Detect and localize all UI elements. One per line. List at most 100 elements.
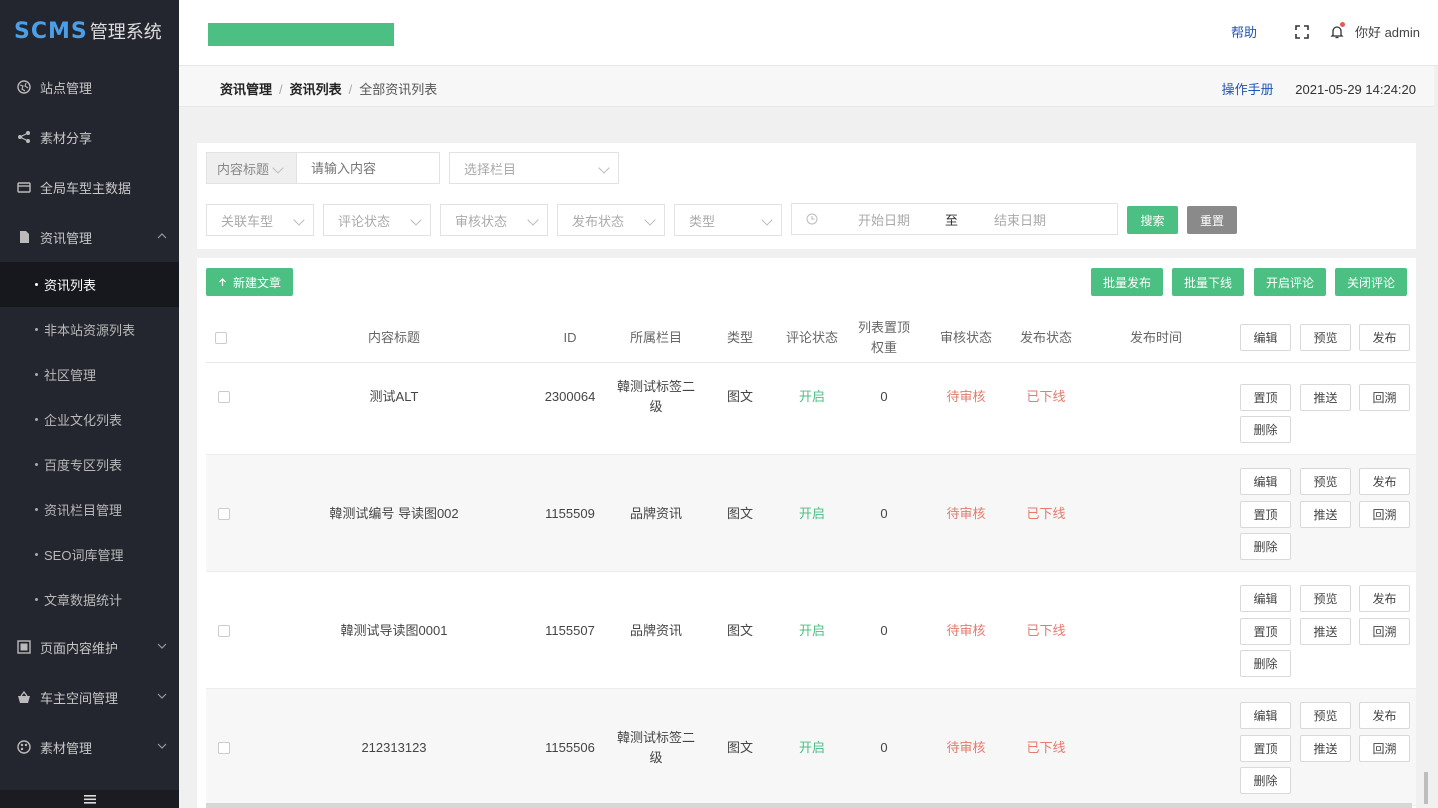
car-model-select[interactable]: 关联车型 (206, 204, 314, 236)
manual-link[interactable]: 操作手册 (1222, 82, 1274, 97)
push-button[interactable]: 推送 (1300, 501, 1351, 528)
close-comment-button[interactable]: 关闭评论 (1335, 268, 1407, 296)
publish-button[interactable]: 发布 (1359, 585, 1410, 612)
publish-button[interactable]: 发布 (1359, 324, 1410, 351)
breadcrumb-separator: / (348, 82, 353, 97)
publish-button[interactable]: 发布 (1359, 702, 1410, 729)
column-select-value: 选择栏目 (464, 161, 517, 177)
document-icon (17, 230, 31, 244)
batch-offline-button[interactable]: 批量下线 (1172, 268, 1244, 296)
pin-button[interactable]: 置顶 (1240, 735, 1291, 762)
publish-button[interactable]: 发布 (1359, 468, 1410, 495)
search-button[interactable]: 搜索 (1127, 206, 1178, 234)
rollback-button[interactable]: 回溯 (1359, 735, 1410, 762)
row-operations: 编辑 预览 发布 置顶 推送 回溯 删除 (1237, 572, 1412, 689)
edit-button[interactable]: 编辑 (1240, 702, 1291, 729)
current-datetime: 2021-05-29 14:24:20 (1295, 82, 1416, 97)
preview-button[interactable]: 预览 (1300, 324, 1351, 351)
sidebar-subitem-column-management[interactable]: 资讯栏目管理 (0, 487, 179, 532)
fullscreen-icon[interactable] (1295, 24, 1309, 39)
reset-button[interactable]: 重置 (1187, 206, 1237, 234)
comment-status-select[interactable]: 评论状态 (323, 204, 431, 236)
column-select[interactable]: 选择栏目 (449, 152, 619, 184)
row-review-status: 待审核 (946, 739, 986, 755)
pin-button[interactable]: 置顶 (1240, 501, 1291, 528)
sidebar-subitem-seo-lexicon[interactable]: SEO词库管理 (0, 532, 179, 577)
start-date-input[interactable]: 开始日期 (858, 210, 910, 229)
table-row: 212313123 1155506 韓测试标签二 级 图文 开启 0 待审核 已… (206, 689, 1416, 806)
sidebar-toggle[interactable] (0, 790, 179, 808)
user-greeting[interactable]: 你好 admin (1355, 22, 1420, 41)
sidebar-subitem-label: 企业文化列表 (44, 413, 123, 428)
type-select[interactable]: 类型 (674, 204, 782, 236)
new-article-button[interactable]: 新建文章 (206, 268, 293, 296)
row-operations: 编辑 预览 发布 置顶 推送 回溯 删除 (1237, 689, 1412, 806)
pin-button[interactable]: 置顶 (1240, 384, 1291, 411)
row-title[interactable]: 韓测试编号 导读图002 (236, 455, 552, 572)
row-comment-status: 开启 (798, 505, 825, 521)
breadcrumb-news-list[interactable]: 资讯列表 (290, 82, 342, 97)
pin-button[interactable]: 置顶 (1240, 618, 1291, 645)
push-button[interactable]: 推送 (1300, 735, 1351, 762)
edit-button[interactable]: 编辑 (1240, 585, 1291, 612)
publish-status-select[interactable]: 发布状态 (557, 204, 665, 236)
preview-button[interactable]: 预览 (1300, 585, 1351, 612)
sidebar-item-owner-space[interactable]: 车主空间管理 (0, 672, 179, 722)
push-button[interactable]: 推送 (1300, 384, 1351, 411)
edit-button[interactable]: 编辑 (1240, 468, 1291, 495)
table-row: 韓测试导读图0001 1155507 品牌资讯 图文 开启 0 待审核 已下线 … (206, 572, 1416, 689)
row-column-line: 品牌资讯 (629, 505, 682, 521)
field-type-select[interactable]: 内容标题 (206, 152, 297, 184)
row-pin-weight: 0 (880, 739, 888, 755)
row-review-status: 待审核 (946, 622, 986, 638)
date-range-picker[interactable]: 开始日期 至 结束日期 (791, 203, 1118, 235)
row-title[interactable]: 测试ALT (236, 338, 552, 455)
delete-button[interactable]: 删除 (1240, 416, 1291, 443)
sidebar-item-label: 素材管理 (40, 740, 93, 756)
rollback-button[interactable]: 回溯 (1359, 501, 1410, 528)
sidebar-subitem-culture-list[interactable]: 企业文化列表 (0, 397, 179, 442)
end-date-input[interactable]: 结束日期 (994, 210, 1046, 229)
open-comment-button[interactable]: 开启评论 (1254, 268, 1326, 296)
rollback-button[interactable]: 回溯 (1359, 618, 1410, 645)
row-title[interactable]: 韓测试导读图0001 (236, 572, 552, 689)
sidebar-subitem-label: 百度专区列表 (44, 458, 123, 473)
row-id: 2300064 (544, 388, 596, 404)
page-scrollbar-track[interactable] (1434, 66, 1438, 808)
sidebar-item-car-master-data[interactable]: 全局车型主数据 (0, 162, 179, 212)
table-scrollbar-thumb[interactable] (1424, 772, 1428, 804)
batch-publish-button[interactable]: 批量发布 (1091, 268, 1163, 296)
delete-button[interactable]: 删除 (1240, 533, 1291, 560)
help-link[interactable]: 帮助 (1231, 22, 1257, 41)
row-title[interactable]: 212313123 (236, 689, 552, 806)
sidebar: SCMS 管理系统 站点管理 素材分享 全局车型主数据 资讯管理 资讯列表 非本… (0, 0, 179, 808)
delete-button[interactable]: 删除 (1240, 767, 1291, 794)
preview-button[interactable]: 预览 (1300, 468, 1351, 495)
sidebar-subitem-news-list[interactable]: 资讯列表 (0, 262, 179, 307)
sidebar-item-material-management[interactable]: 素材管理 (0, 722, 179, 772)
push-button[interactable]: 推送 (1300, 618, 1351, 645)
breadcrumb-news-management[interactable]: 资讯管理 (220, 82, 272, 97)
breadcrumb: 资讯管理 / 资讯列表 / 全部资讯列表 (220, 79, 437, 98)
notification-bell[interactable] (1329, 21, 1345, 40)
review-status-select[interactable]: 审核状态 (440, 204, 548, 236)
sidebar-item-sites[interactable]: 站点管理 (0, 62, 179, 112)
row-publish-status: 已下线 (1026, 739, 1066, 755)
delete-button[interactable]: 删除 (1240, 650, 1291, 677)
sidebar-item-material-share[interactable]: 素材分享 (0, 112, 179, 162)
preview-button[interactable]: 预览 (1300, 702, 1351, 729)
comment-status-value: 评论状态 (338, 213, 391, 229)
content-search-input[interactable] (296, 152, 440, 184)
sidebar-subitem-community[interactable]: 社区管理 (0, 352, 179, 397)
table-horizontal-scrollbar[interactable] (206, 803, 1412, 808)
sidebar-subitem-external-resources[interactable]: 非本站资源列表 (0, 307, 179, 352)
sidebar-subitem-label: 文章数据统计 (44, 593, 123, 608)
sidebar-subitem-article-stats[interactable]: 文章数据统计 (0, 577, 179, 622)
sidebar-item-page-content[interactable]: 页面内容维护 (0, 622, 179, 672)
sidebar-item-news-management[interactable]: 资讯管理 (0, 212, 179, 262)
page-icon (17, 640, 31, 654)
rollback-button[interactable]: 回溯 (1359, 384, 1410, 411)
sidebar-subitem-baidu-list[interactable]: 百度专区列表 (0, 442, 179, 487)
globe-icon (17, 80, 31, 94)
edit-button[interactable]: 编辑 (1240, 324, 1291, 351)
